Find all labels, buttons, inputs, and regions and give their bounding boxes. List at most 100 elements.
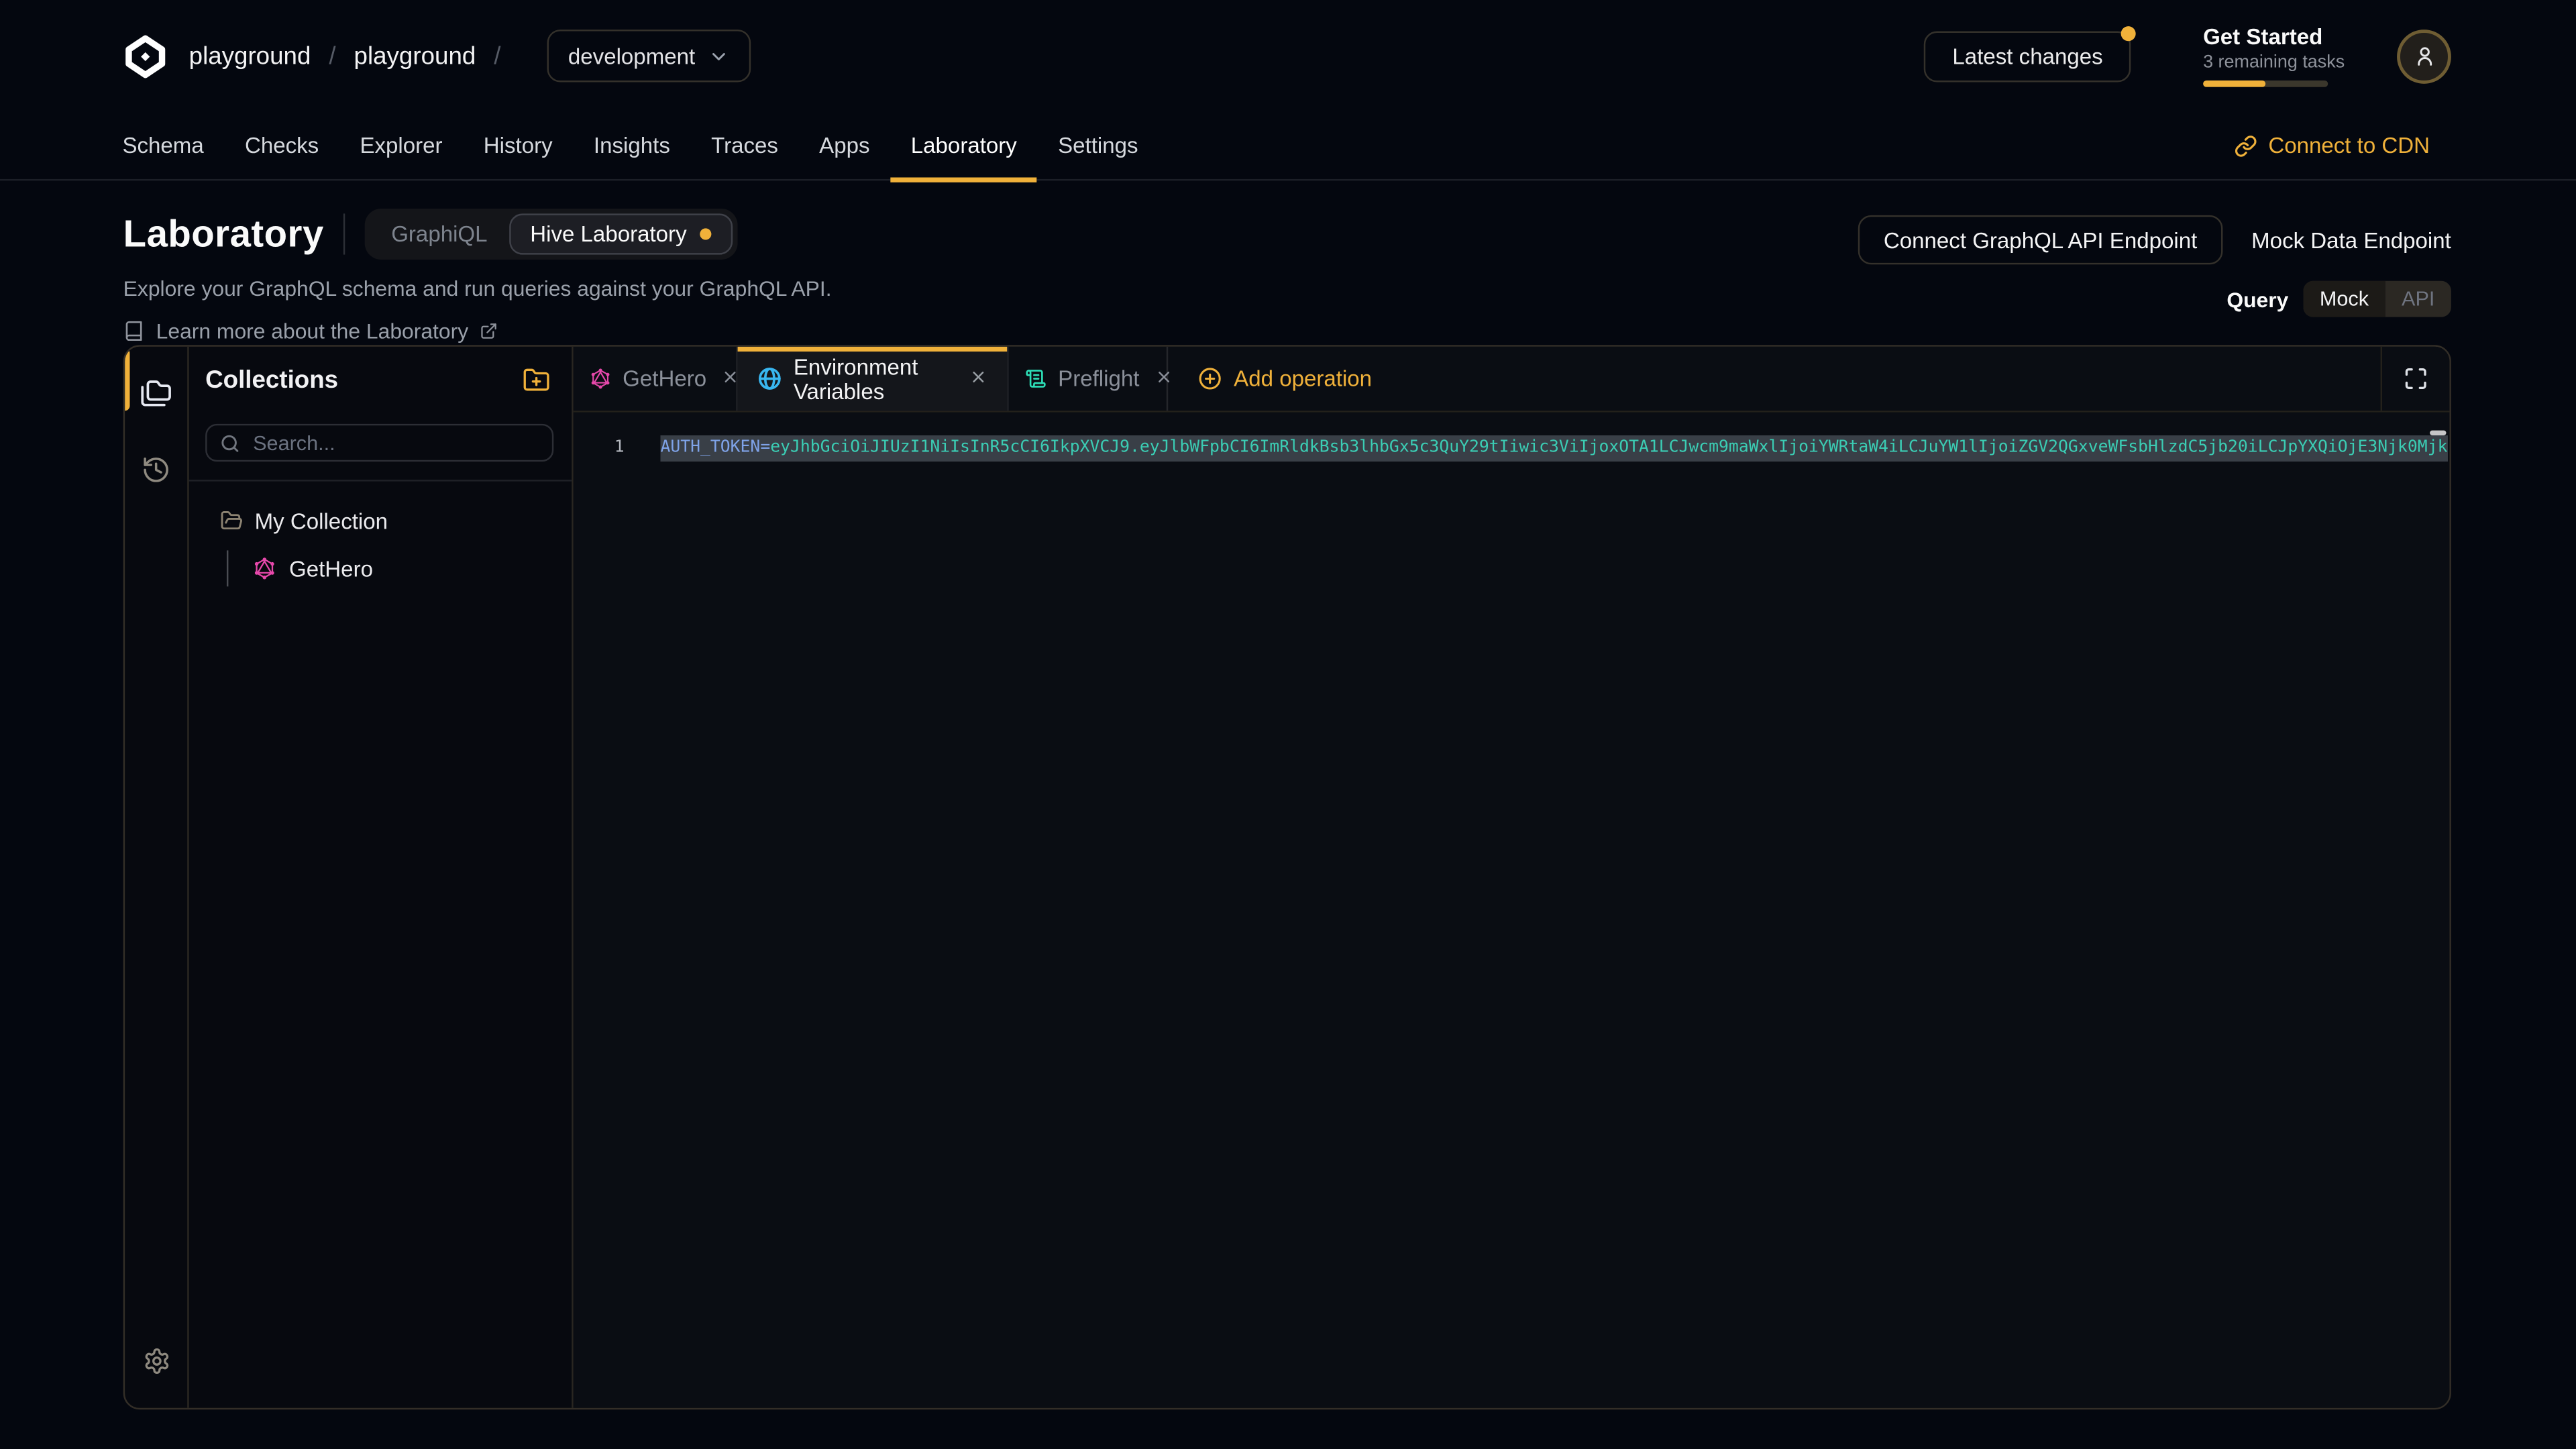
operation-label: GetHero [289,556,373,581]
avatar[interactable] [2397,29,2451,83]
search-input[interactable] [250,429,539,455]
collection-folder-label: My Collection [255,508,388,533]
tab-insights[interactable]: Insights [573,111,690,180]
tab-history[interactable]: History [463,111,573,180]
add-operation-button[interactable]: Add operation [1168,347,1401,411]
connect-to-cdn-label: Connect to CDN [2268,133,2430,158]
graphiql-mode-pill[interactable]: GraphiQL [370,213,508,254]
fullscreen-button[interactable] [2382,347,2449,411]
graphql-logo-icon [253,557,276,580]
breadcrumb-project[interactable]: playground [354,42,476,70]
tab-explorer[interactable]: Explorer [339,111,463,180]
graphql-logo-icon [590,368,611,390]
get-started-progress-fill [2203,81,2265,87]
plus-circle-icon [1197,366,1222,391]
page-title: Laboratory [123,212,324,256]
tab-apps[interactable]: Apps [799,111,891,180]
env-var-name: AUTH_TOKEN= [660,439,770,457]
page-description: Explore your GraphQL schema and run quer… [123,276,2451,301]
breadcrumb-separator: / [329,42,335,70]
external-link-icon [480,322,498,340]
history-icon [142,455,171,484]
code-content: AUTH_TOKEN=eyJhbGciOiJIUzI1NiIsInR5cCI6I… [660,435,2447,461]
gear-icon [142,1346,170,1375]
tab-environment-variables[interactable]: Environment Variables [738,347,1009,411]
target-select-value: development [568,44,695,68]
hive-laboratory-mode-pill[interactable]: Hive Laboratory [508,213,733,254]
title-divider [343,213,345,254]
operation-tabbar: GetHero Environment Variables [574,347,2450,413]
latest-changes-label: Latest changes [1952,44,2102,68]
link-icon [2234,134,2257,157]
script-icon [1025,368,1046,390]
connect-to-cdn-link[interactable]: Connect to CDN [2234,133,2430,158]
breadcrumb-separator: / [494,42,500,70]
query-mode-row: Query Mock API [2226,281,2451,317]
env-var-value: eyJhbGciOiJIUzI1NiIsInR5cCI6IkpXVCJ9.eyJ… [770,439,2448,457]
tab-label: Preflight [1058,366,1139,391]
mock-data-endpoint-button[interactable]: Mock Data Endpoint [2251,227,2451,252]
book-icon [123,321,145,342]
tab-label: GetHero [623,366,706,391]
amber-status-dot [700,228,711,239]
hive-logo-icon[interactable] [123,34,168,78]
ide-mode-toggle: GraphiQL Hive Laboratory [365,209,738,260]
operation-row-gethero[interactable]: GetHero [189,547,572,590]
globe-icon [757,366,782,391]
connect-graphql-endpoint-button[interactable]: Connect GraphQL API Endpoint [1858,215,2224,264]
user-icon [2411,43,2437,69]
environment-variables-editor[interactable]: 1 AUTH_TOKEN=eyJhbGciOiJIUzI1NiIsInR5cCI… [574,413,2450,1408]
tab-laboratory[interactable]: Laboratory [890,111,1037,180]
hive-app: playground / playground / development La… [0,0,2576,1449]
code-line-1[interactable]: 1 AUTH_TOKEN=eyJhbGciOiJIUzI1NiIsInR5cCI… [574,435,2448,461]
latest-changes-button[interactable]: Latest changes [1925,30,2131,81]
tab-label: Environment Variables [794,354,955,403]
collections-tree: My Collection [189,482,572,590]
breadcrumb-org[interactable]: playground [189,42,311,70]
learn-more-label: Learn more about the Laboratory [156,319,468,343]
tabbar-spacer [1401,347,2380,411]
collections-search[interactable] [205,424,553,462]
tab-preflight[interactable]: Preflight [1009,347,1169,411]
top-header: playground / playground / development La… [0,0,2576,112]
query-mode-mock[interactable]: Mock [2303,281,2385,317]
tree-indent-line [227,550,228,586]
add-operation-label: Add operation [1234,366,1372,391]
project-nav: Schema Checks Explorer History Insights … [0,112,2576,181]
editor-scrollbar-thumb[interactable] [2430,431,2446,435]
history-rail-button[interactable] [125,439,187,501]
close-tab-icon[interactable] [721,366,739,391]
maximize-icon [2404,366,2428,391]
learn-more-link[interactable]: Learn more about the Laboratory [123,319,498,343]
hive-laboratory-mode-label: Hive Laboratory [530,222,686,247]
settings-rail-button[interactable] [125,1329,187,1391]
tab-schema[interactable]: Schema [102,111,225,180]
get-started-title: Get Started [2203,25,2328,50]
get-started-widget[interactable]: Get Started 3 remaining tasks [2203,25,2328,87]
laboratory-header: Laboratory GraphiQL Hive Laboratory Expl… [0,180,2576,345]
query-mode-toggle: Mock API [2303,281,2451,317]
close-tab-icon[interactable] [969,366,987,391]
query-mode-api[interactable]: API [2385,281,2451,317]
search-icon [220,433,239,452]
folder-open-icon [220,509,243,532]
collections-sidebar: Collections [189,347,574,1408]
tab-gethero[interactable]: GetHero [574,347,738,411]
get-started-subtitle: 3 remaining tasks [2203,53,2328,72]
tab-settings[interactable]: Settings [1037,111,1159,180]
active-rail-indicator [125,348,129,411]
editor-column: GetHero Environment Variables [574,347,2450,1408]
notification-dot [2121,25,2136,40]
chevron-down-icon [708,45,730,66]
tab-traces[interactable]: Traces [690,111,798,180]
get-started-progress-track [2203,81,2328,87]
collections-rail-button[interactable] [125,362,187,424]
target-select[interactable]: development [547,30,751,82]
collection-folder-row[interactable]: My Collection [189,502,572,539]
add-collection-folder-icon[interactable] [523,366,551,394]
folders-icon [140,376,172,409]
tab-checks[interactable]: Checks [224,111,339,180]
laboratory-panel: Collections [123,345,2451,1409]
left-rail [125,347,189,1408]
collections-title: Collections [205,366,338,394]
